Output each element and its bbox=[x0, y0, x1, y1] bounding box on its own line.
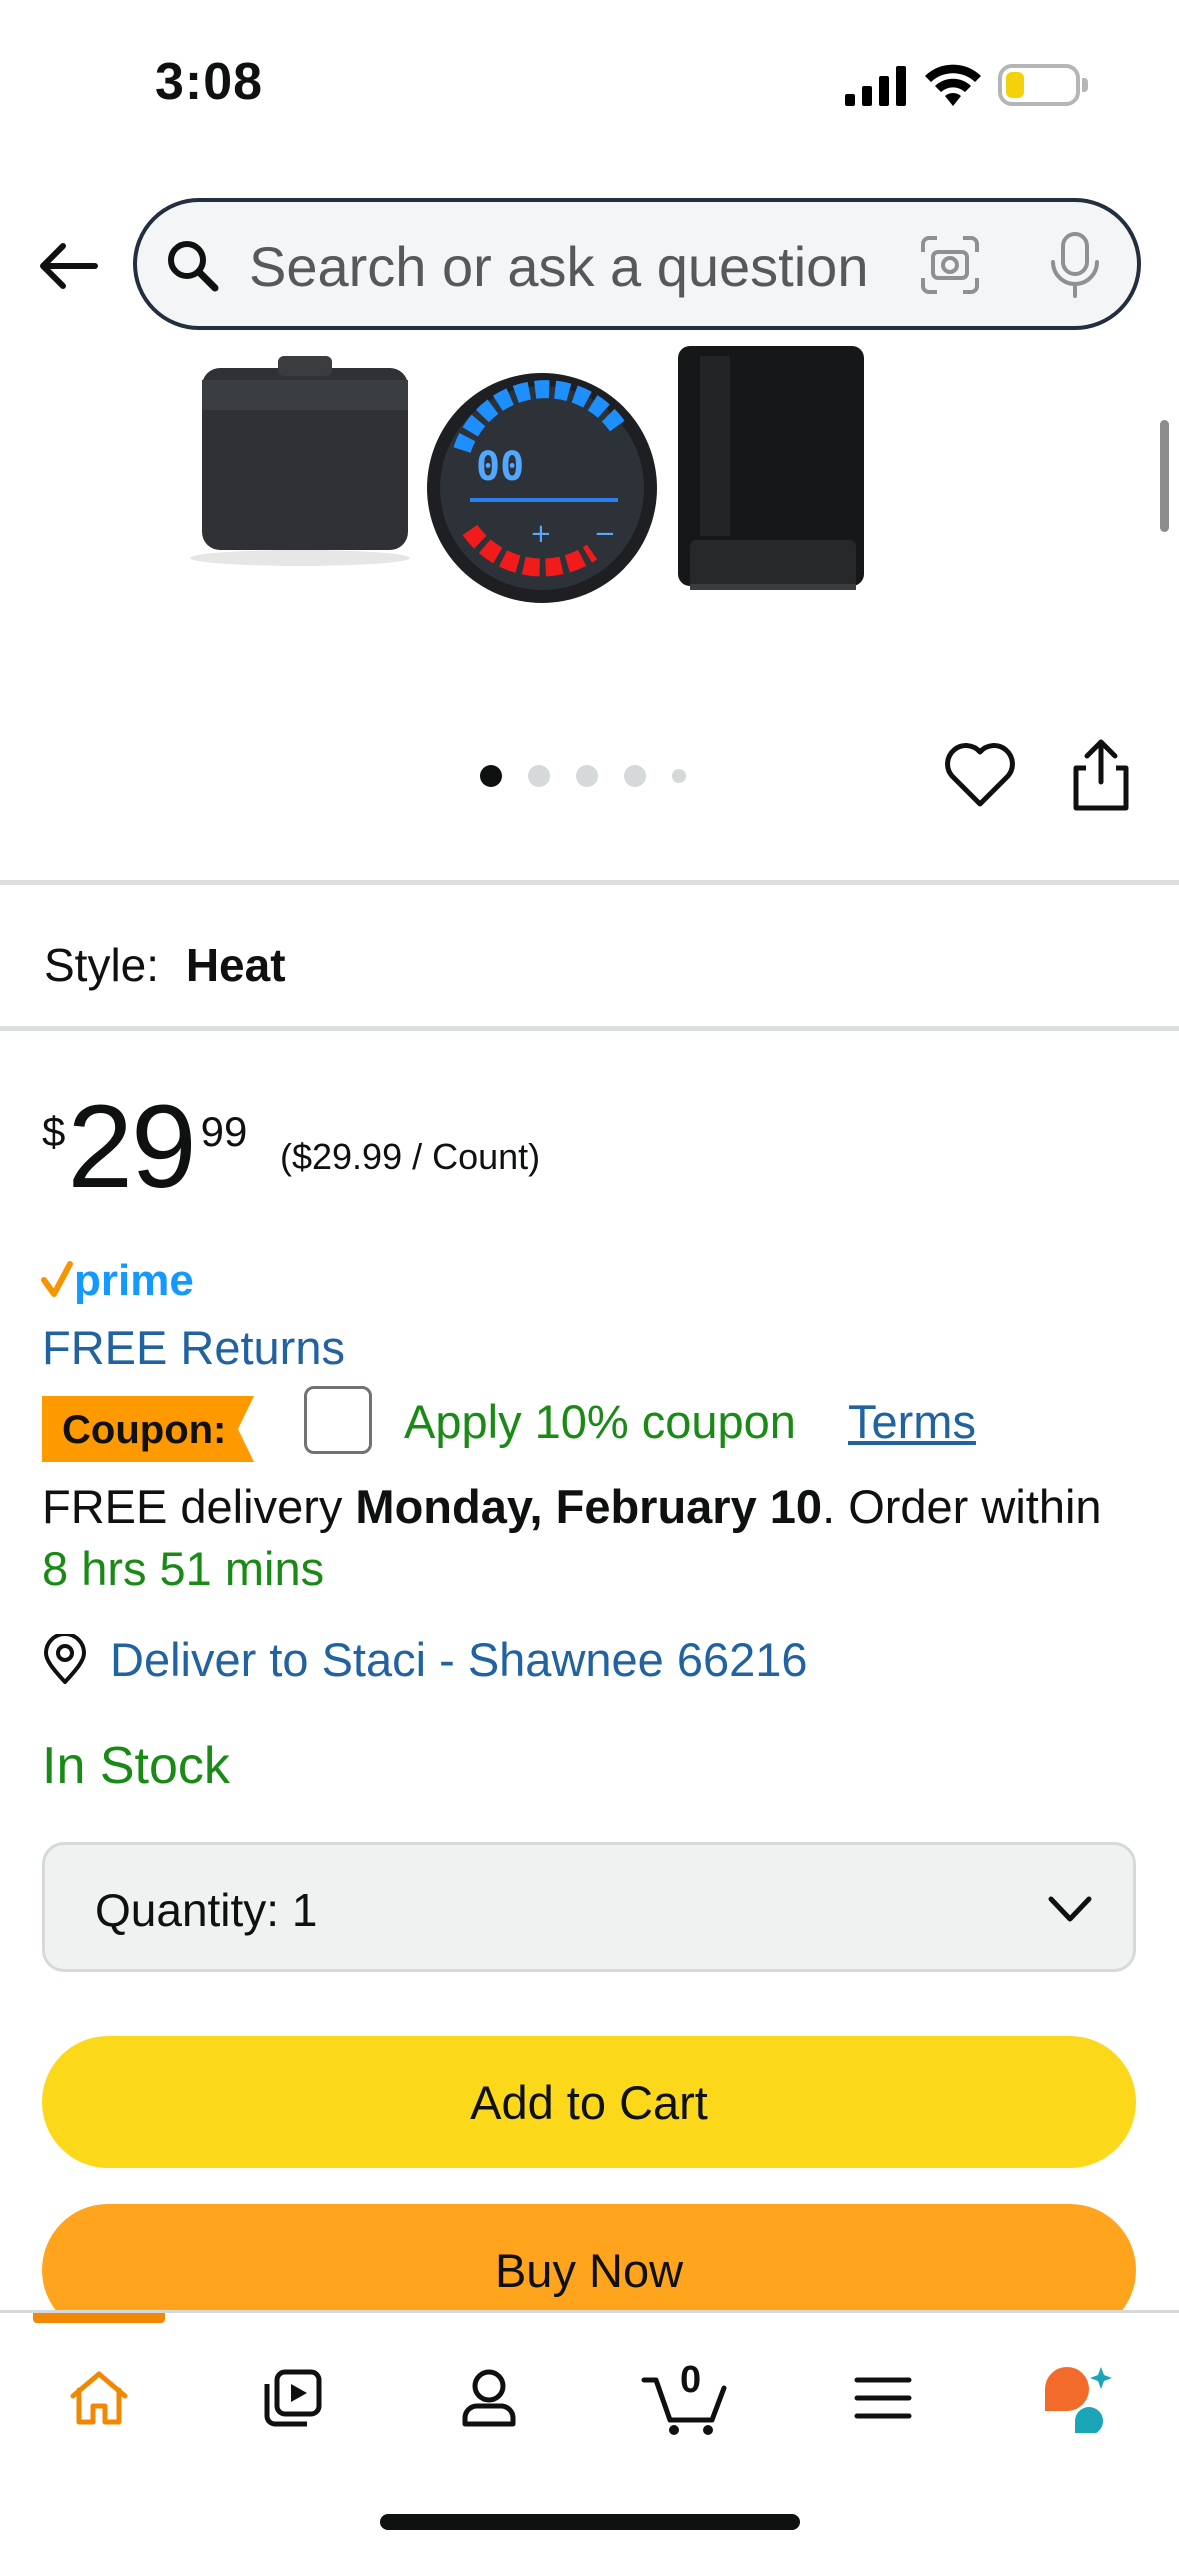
prime-logo: prime bbox=[40, 1256, 210, 1308]
section-divider bbox=[0, 1026, 1179, 1031]
arrow-left-icon bbox=[40, 243, 98, 289]
unit-price: ($29.99 / Count) bbox=[280, 1136, 541, 1177]
section-divider bbox=[0, 880, 1179, 885]
active-tab-indicator bbox=[33, 2313, 165, 2323]
nav-account[interactable] bbox=[444, 2353, 534, 2443]
product-image-gallery[interactable]: 00 + − bbox=[0, 340, 1179, 670]
home-icon bbox=[70, 2371, 128, 2425]
nav-cart[interactable]: 0 bbox=[640, 2353, 730, 2443]
price-whole: 29 bbox=[67, 1081, 196, 1213]
video-icon bbox=[264, 2369, 322, 2427]
svg-text:−: − bbox=[594, 519, 616, 549]
product-image-case bbox=[190, 356, 410, 566]
image-pagination-dots[interactable] bbox=[480, 764, 686, 788]
chevron-down-icon bbox=[1048, 1896, 1092, 1922]
deliver-to-text: Deliver to Staci - Shawnee 66216 bbox=[110, 1633, 808, 1686]
price-currency: $ bbox=[42, 1108, 66, 1155]
pagination-dot[interactable] bbox=[528, 765, 550, 787]
style-label: Style: bbox=[44, 939, 160, 991]
quantity-text: Quantity: 1 bbox=[95, 1883, 317, 1937]
back-button[interactable] bbox=[30, 228, 106, 304]
style-selector[interactable]: Style: Heat bbox=[44, 938, 286, 992]
coupon-badge-label: Coupon: bbox=[62, 1408, 227, 1452]
account-icon bbox=[462, 2369, 516, 2427]
search-input[interactable] bbox=[249, 220, 939, 312]
pagination-dot[interactable] bbox=[576, 765, 598, 787]
coupon-badge: Coupon: bbox=[42, 1396, 254, 1462]
nav-menu[interactable] bbox=[838, 2353, 928, 2443]
menu-icon bbox=[854, 2377, 912, 2419]
status-time: 3:08 bbox=[155, 53, 264, 111]
product-image-controller: 00 + − bbox=[427, 373, 657, 603]
product-image-massage-head bbox=[678, 346, 864, 590]
prime-logo-text: prime bbox=[74, 1256, 194, 1305]
svg-text:00: 00 bbox=[476, 444, 524, 490]
price: $ 29 99 bbox=[42, 1088, 247, 1206]
stock-status: In Stock bbox=[42, 1737, 230, 1795]
battery-nub bbox=[1082, 78, 1088, 92]
add-to-cart-button[interactable]: Add to Cart bbox=[42, 2036, 1136, 2168]
quantity-value: 1 bbox=[291, 1884, 318, 1936]
nav-video[interactable] bbox=[248, 2353, 338, 2443]
coupon-checkbox[interactable] bbox=[304, 1386, 372, 1454]
battery-icon bbox=[998, 64, 1080, 106]
coupon-apply-text[interactable]: Apply 10% coupon bbox=[404, 1394, 796, 1449]
delivery-prefix: FREE delivery bbox=[42, 1480, 356, 1533]
deliver-to-link[interactable]: Deliver to Staci - Shawnee 66216 bbox=[42, 1632, 808, 1687]
nav-home[interactable] bbox=[54, 2353, 144, 2443]
cart-count: 0 bbox=[680, 2359, 702, 2401]
price-fraction: 99 bbox=[200, 1108, 248, 1155]
quantity-dropdown[interactable]: Quantity: 1 bbox=[42, 1842, 1136, 1972]
status-bar: 3:08 bbox=[0, 0, 1179, 170]
share-icon[interactable] bbox=[1068, 738, 1134, 812]
delivery-countdown: 8 hrs 51 mins bbox=[42, 1542, 325, 1595]
delivery-date: Monday, February 10 bbox=[355, 1480, 823, 1533]
pagination-dot[interactable] bbox=[672, 769, 686, 783]
coupon-terms-link[interactable]: Terms bbox=[848, 1394, 976, 1449]
scroll-indicator bbox=[1160, 420, 1169, 532]
battery-level bbox=[1006, 72, 1024, 98]
microphone-icon[interactable] bbox=[1047, 232, 1103, 300]
heart-icon[interactable] bbox=[944, 740, 1016, 812]
style-value: Heat bbox=[185, 939, 286, 991]
rufus-assistant-icon bbox=[1045, 2367, 1112, 2433]
home-indicator bbox=[380, 2514, 800, 2530]
delivery-info: FREE delivery Monday, February 10. Order… bbox=[42, 1476, 1152, 1600]
wifi-icon bbox=[925, 64, 981, 106]
free-returns-link[interactable]: FREE Returns bbox=[42, 1320, 345, 1375]
quantity-label: Quantity: bbox=[95, 1884, 280, 1936]
pagination-dot[interactable] bbox=[624, 765, 646, 787]
svg-text:+: + bbox=[530, 519, 552, 549]
search-icon bbox=[168, 241, 219, 292]
delivery-suffix: . Order within bbox=[822, 1480, 1102, 1533]
pagination-dot[interactable] bbox=[480, 765, 502, 787]
location-pin-icon bbox=[44, 1633, 86, 1684]
search-bar[interactable] bbox=[133, 198, 1141, 330]
nav-rufus[interactable] bbox=[1034, 2353, 1124, 2443]
cellular-signal-icon bbox=[845, 66, 906, 106]
camera-lens-icon[interactable] bbox=[919, 234, 981, 296]
